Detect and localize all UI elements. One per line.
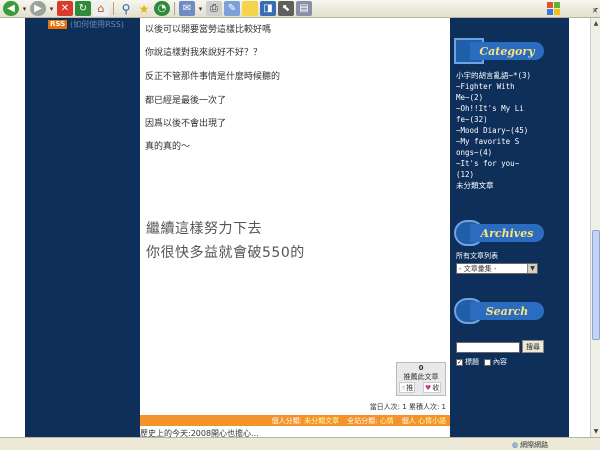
post-content: 以後可以開要當勞這樣比較好嗎 你說這樣對我來說好不好？？ 反正不管那件事情是什麼… [140,18,450,437]
forward-dropdown-icon[interactable]: ▾ [48,1,55,16]
back-dropdown-icon[interactable]: ▾ [21,1,28,16]
mail-dropdown-icon[interactable]: ▾ [197,1,204,16]
sidebar: Category 小宇的胡言亂語~*(3) ~Fighter With Me~(… [450,18,569,437]
browser-toolbar: ◀ ▾ ▶ ▾ ✕ ↻ ⌂ ⚲ ★ ◔ ✉ ▾ ⎙ ✎ ◨ ⬉ ▤ _ ✕ [0,0,600,18]
title-checkbox-label: 標題 [465,358,479,366]
scroll-up-icon[interactable]: ▲ [592,19,600,27]
post-paragraph: 以後可以開要當勞這樣比較好嗎 [145,25,272,35]
home-icon[interactable]: ⌂ [93,1,109,16]
personal-extra-link[interactable]: 心情小語 [418,417,446,425]
content-checkbox[interactable] [484,358,491,366]
security-zone: ◍ 網際網路 [512,440,548,450]
close-icon[interactable]: ✕ [564,8,598,15]
search-button[interactable]: 搜尋 [522,340,544,353]
zone-label: 網際網路 [520,441,549,449]
category-header: Category [454,38,544,64]
web-page: RSS (如何使用RSS) 以後可以開要當勞這樣比較好嗎 你說這樣對我來說好不好… [0,18,590,437]
visitor-counter: 當日人次: 1 累積人次: 1 [369,403,446,411]
category-item[interactable]: ~It's for you~ [456,158,566,169]
title-checkbox[interactable]: ✓ [456,358,463,366]
post-footer-bar: 個人分類: 未分類文章 全站分類: 心情 個人 心情小語 [140,415,450,426]
search-header: Search [454,298,544,324]
post-paragraph: 都已經是最後一次了 [145,96,227,106]
category-item[interactable]: fe~(32) [456,114,566,125]
right-margin [569,18,590,437]
mail-icon[interactable]: ✉ [179,1,195,16]
windows-logo-icon [547,2,560,15]
category-item[interactable]: ~Fighter With [456,81,566,92]
archives-title: Archives [470,224,544,242]
vertical-scrollbar[interactable]: ▲ ▼ [590,18,600,437]
edit-icon[interactable]: ✎ [224,1,240,16]
site-category-label: 全站分類: [347,416,378,425]
category-item[interactable]: ongs~(4) [456,147,566,158]
category-item[interactable]: ~Mood Diary~(45) [456,125,566,136]
content-checkbox-group[interactable]: 內容 [484,357,507,367]
favorites-icon[interactable]: ★ [136,1,152,16]
messenger-icon[interactable]: ◨ [260,1,276,16]
scroll-down-icon[interactable]: ▼ [592,427,600,435]
personal-extra-label: 個人 [401,416,416,425]
search-icon[interactable]: ⚲ [118,1,134,16]
post-large-line: 你很快多益就會破550的 [146,245,305,261]
print-icon[interactable]: ⎙ [206,1,222,16]
rss-badge[interactable]: RSS [48,20,68,29]
status-bar: ◍ 網際網路 [0,437,600,450]
toolbar-separator [113,2,114,15]
category-item[interactable]: 未分類文章 [456,180,566,191]
chevron-down-icon[interactable]: ▼ [527,264,537,273]
search-input[interactable] [456,342,520,353]
post-paragraph: 你說這樣對我來說好不好？？ [145,48,263,58]
content-checkbox-label: 內容 [493,358,507,366]
stop-icon[interactable]: ✕ [57,1,73,16]
heart-icon: ♥ [425,383,432,392]
recommend-count: 0 [418,364,424,372]
post-paragraph: 真的真的～ [145,142,191,152]
archive-select[interactable]: - 文章彙集 - ▼ [456,263,538,274]
archive-list-label: 所有文章列表 [456,252,498,260]
history-icon[interactable]: ◔ [154,1,170,16]
archives-header: Archives [454,220,544,246]
personal-category-label: 個人分類: [271,416,302,425]
scroll-thumb[interactable] [592,230,600,340]
personal-category-link[interactable]: 未分類文章 [304,417,339,425]
collect-button[interactable]: ♥ 收 [423,382,442,393]
recommend-label: 推薦此文章 [403,373,439,381]
category-item[interactable]: 小宇的胡言亂語~*(3) [456,70,566,81]
push-button[interactable]: ☝ 推 [399,382,416,393]
category-title: Category [470,42,544,60]
post-paragraph: 反正不管那件事情是什麼時候聽的 [145,72,281,82]
window-controls[interactable]: _ ✕ [564,2,598,15]
category-item[interactable]: (12) [456,169,566,180]
history-today-link[interactable]: 歷史上的今天:2008開心也擔心... [140,428,259,437]
category-item[interactable]: ~Oh!!It's My Li [456,103,566,114]
forward-icon[interactable]: ▶ [30,1,46,16]
title-checkbox-group[interactable]: ✓ 標題 [456,357,479,367]
category-item[interactable]: ~My favorite S [456,136,566,147]
research-icon[interactable]: ⬉ [278,1,294,16]
site-category-link[interactable]: 心情 [380,417,394,425]
thumb-icon: ☝ [401,383,406,392]
push-label: 推 [406,383,414,392]
archive-select-value: - 文章彙集 - [459,264,497,273]
tools-icon[interactable]: ▤ [296,1,312,16]
post-paragraph: 因爲以後不會出現了 [145,119,227,129]
category-list: 小宇的胡言亂語~*(3) ~Fighter With Me~(2) ~Oh!!I… [456,70,566,191]
discuss-icon[interactable] [242,1,258,16]
category-item[interactable]: Me~(2) [456,92,566,103]
left-margin-panel [25,18,140,437]
post-large-line: 繼續這樣努力下去 [146,221,262,237]
back-icon[interactable]: ◀ [3,1,19,16]
collect-label: 收 [432,383,440,392]
search-title: Search [470,302,544,320]
rss-help-link[interactable]: (如何使用RSS) [70,19,124,30]
recommend-box: 0 推薦此文章 ☝ 推 ♥ 收 [396,362,446,396]
toolbar-separator [174,2,175,15]
globe-icon: ◍ [512,441,519,449]
refresh-icon[interactable]: ↻ [75,1,91,16]
